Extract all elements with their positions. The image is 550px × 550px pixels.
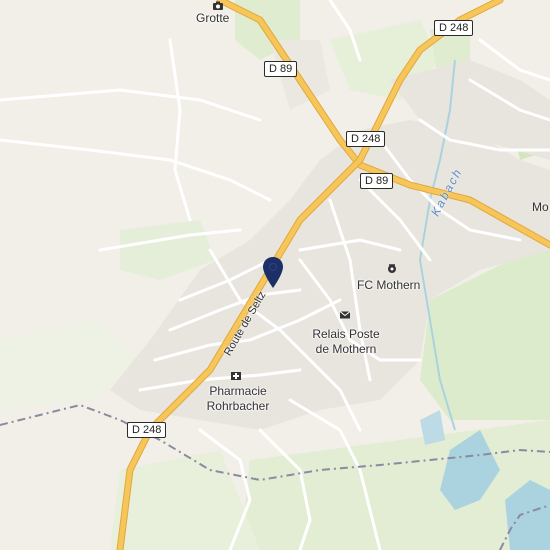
road-shield-d89-center: D 89 bbox=[360, 173, 394, 189]
poi-label-relais-poste[interactable]: Relais Poste de Mothern bbox=[310, 327, 382, 357]
road-shield-d89-top: D 89 bbox=[264, 61, 298, 77]
road-shield-d248-top: D 248 bbox=[434, 20, 474, 36]
road-shield-d248-bottom: D 248 bbox=[127, 422, 167, 438]
poi-label-grotte[interactable]: Grotte bbox=[196, 11, 229, 26]
pharmacy-icon[interactable] bbox=[230, 369, 242, 381]
poi-label-relais-poste-line2: de Mothern bbox=[315, 342, 377, 356]
place-label-edge: Mo bbox=[532, 200, 549, 214]
road-shield-d248-center: D 248 bbox=[346, 131, 386, 147]
poi-label-fc-mothern[interactable]: FC Mothern bbox=[357, 278, 420, 293]
map-view[interactable]: D 248 D 89 D 248 D 89 D 248 Grotte FC Mo… bbox=[0, 0, 550, 550]
poi-label-relais-poste-line1: Relais Poste bbox=[312, 327, 380, 341]
poi-label-pharmacie[interactable]: Pharmacie Rohrbacher bbox=[202, 384, 274, 414]
poi-label-pharmacie-line2: Rohrbacher bbox=[206, 399, 270, 413]
location-pin-icon[interactable] bbox=[261, 256, 285, 290]
mail-icon[interactable] bbox=[339, 309, 351, 321]
football-icon[interactable] bbox=[386, 262, 398, 274]
poi-label-pharmacie-line1: Pharmacie bbox=[209, 384, 267, 398]
